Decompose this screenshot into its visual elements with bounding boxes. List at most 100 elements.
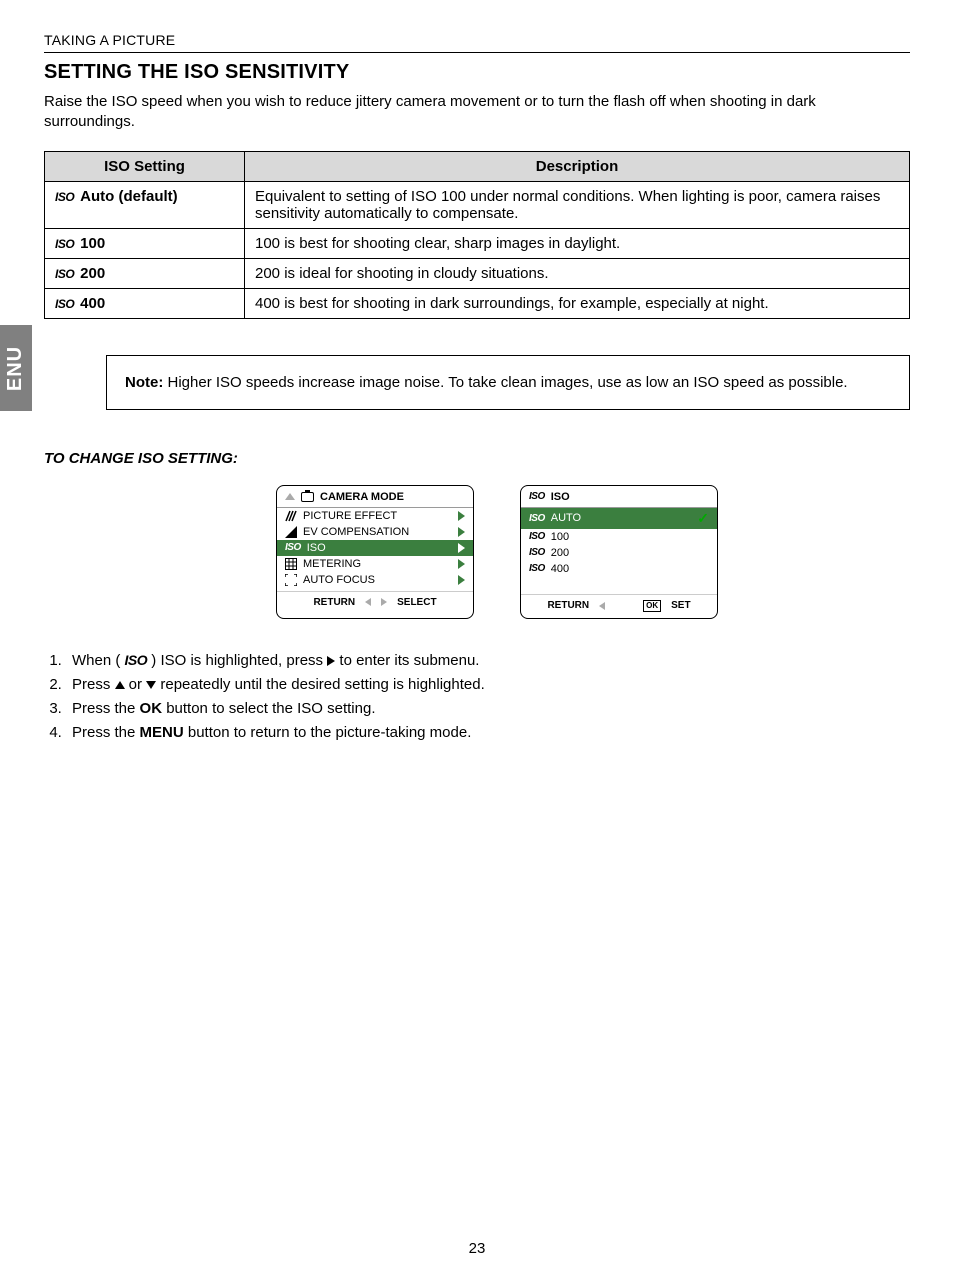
step-text: When ( (72, 652, 125, 669)
menu-label: 100 (551, 531, 569, 543)
step-text: repeatedly until the desired setting is … (156, 676, 485, 693)
table-row: ISO 400 400 is best for shooting in dark … (45, 288, 910, 318)
footer-set: SET (671, 600, 690, 611)
triangle-left-icon (365, 598, 371, 606)
iso-icon: ISO (529, 563, 545, 574)
th-description: Description (245, 151, 910, 181)
menu-row: EV COMPENSATION (277, 524, 473, 540)
check-icon: ✓ (697, 510, 709, 527)
iso-icon: ISO (55, 237, 74, 251)
iso-icon: ISO (529, 513, 545, 524)
menu-row-selected: ISO AUTO ✓ (521, 508, 717, 529)
step-3: Press the OK button to select the ISO se… (66, 697, 910, 721)
language-tab-label: ENU (5, 345, 28, 390)
cell-setting: 400 (80, 295, 105, 312)
menu-row: PICTURE EFFECT (277, 508, 473, 524)
iso-icon: ISO (55, 297, 74, 311)
chevron-right-icon (458, 511, 465, 521)
iso-icon: ISO (529, 547, 545, 558)
note-label: Note: (125, 374, 163, 391)
step-bold: MENU (140, 724, 184, 741)
table-row: ISO Auto (default) Equivalent to setting … (45, 181, 910, 228)
menu-label: AUTO (551, 512, 581, 524)
triangle-down-icon (146, 681, 156, 689)
cell-description: 200 is ideal for shooting in cloudy situ… (245, 258, 910, 288)
cell-description: Equivalent to setting of ISO 100 under n… (245, 181, 910, 228)
menu-label: AUTO FOCUS (303, 574, 375, 586)
footer-return: RETURN (313, 597, 355, 608)
cell-setting: 100 (80, 235, 105, 252)
step-text: Press the (72, 724, 140, 741)
chevron-right-icon (458, 559, 465, 569)
camera-icon (301, 492, 314, 502)
subheading: TO CHANGE ISO SETTING: (44, 450, 910, 467)
chevron-right-icon (458, 527, 465, 537)
chevron-right-icon (458, 575, 465, 585)
table-row: ISO 100 100 is best for shooting clear, s… (45, 228, 910, 258)
footer-return: RETURN (547, 600, 589, 611)
screenshots: CAMERA MODE PICTURE EFFECT EV COMPENSATI… (84, 485, 910, 619)
step-2: Press or repeatedly until the desired se… (66, 673, 910, 697)
menu-row: ISO 200 (521, 545, 717, 561)
menu-row: ISO 400 (521, 561, 717, 577)
cell-setting: 200 (80, 265, 105, 282)
table-row: ISO200 200 is ideal for shooting in clou… (45, 258, 910, 288)
menu-label: 200 (551, 547, 569, 559)
step-text: Press the (72, 700, 140, 717)
step-text: button to select the ISO setting. (162, 700, 375, 717)
th-setting: ISO Setting (45, 151, 245, 181)
triangle-right-icon (381, 598, 387, 606)
intro-text: Raise the ISO speed when you wish to red… (44, 92, 910, 133)
footer-select: SELECT (397, 597, 436, 608)
effect-icon (285, 510, 297, 522)
screen-title: ISO (551, 491, 570, 503)
menu-label: METERING (303, 558, 361, 570)
screen-iso: ISO ISO ISO AUTO ✓ ISO 100 ISO 200 ISO 400 R… (520, 485, 718, 619)
step-4: Press the MENU button to return to the p… (66, 721, 910, 745)
ev-icon (285, 526, 297, 538)
step-text: ) ISO is highlighted, press (147, 652, 327, 669)
note-text: Higher ISO speeds increase image noise. … (163, 374, 847, 391)
note-box: Note: Higher ISO speeds increase image n… (106, 355, 910, 410)
metering-icon (285, 558, 297, 570)
step-text: to enter its submenu. (335, 652, 479, 669)
breadcrumb: TAKING A PICTURE (44, 32, 910, 52)
screen-camera-mode: CAMERA MODE PICTURE EFFECT EV COMPENSATI… (276, 485, 474, 619)
cell-setting: Auto (default) (80, 188, 177, 205)
ok-icon: OK (643, 600, 661, 612)
menu-row: METERING (277, 556, 473, 572)
menu-label: 400 (551, 563, 569, 575)
menu-label: ISO (307, 542, 326, 554)
iso-icon: ISO (55, 190, 74, 204)
iso-icon: ISO (529, 491, 545, 502)
menu-label: PICTURE EFFECT (303, 510, 397, 522)
step-text: Press (72, 676, 115, 693)
iso-icon: ISO (285, 542, 301, 553)
triangle-left-icon (599, 602, 605, 610)
screen-title: CAMERA MODE (320, 491, 404, 503)
triangle-up-icon (115, 681, 125, 689)
menu-label: EV COMPENSATION (303, 526, 409, 538)
language-tab: ENU (0, 325, 32, 411)
section-title: SETTING THE ISO SENSITIVITY (44, 61, 910, 84)
step-bold: OK (140, 700, 163, 717)
cell-description: 400 is best for shooting in dark surroun… (245, 288, 910, 318)
step-1: When ( ISO ) ISO is highlighted, press t… (66, 649, 910, 673)
iso-icon: ISO (125, 652, 148, 668)
autofocus-icon (285, 574, 297, 586)
divider (44, 52, 910, 53)
menu-row: ISO 100 (521, 529, 717, 545)
screen-footer: RETURN SELECT (277, 591, 473, 614)
chevron-right-icon (458, 543, 465, 553)
step-text: or (125, 676, 147, 693)
menu-row-selected: ISO ISO (277, 540, 473, 556)
instruction-list: When ( ISO ) ISO is highlighted, press t… (44, 649, 910, 745)
iso-icon: ISO (529, 531, 545, 542)
page-number: 23 (0, 1240, 954, 1257)
triangle-up-icon (285, 493, 295, 500)
iso-table: ISO Setting Description ISO Auto (default… (44, 151, 910, 319)
cell-description: 100 is best for shooting clear, sharp im… (245, 228, 910, 258)
menu-row: AUTO FOCUS (277, 572, 473, 588)
step-text: button to return to the picture-taking m… (184, 724, 472, 741)
screen-footer: RETURN OK SET (521, 594, 717, 618)
